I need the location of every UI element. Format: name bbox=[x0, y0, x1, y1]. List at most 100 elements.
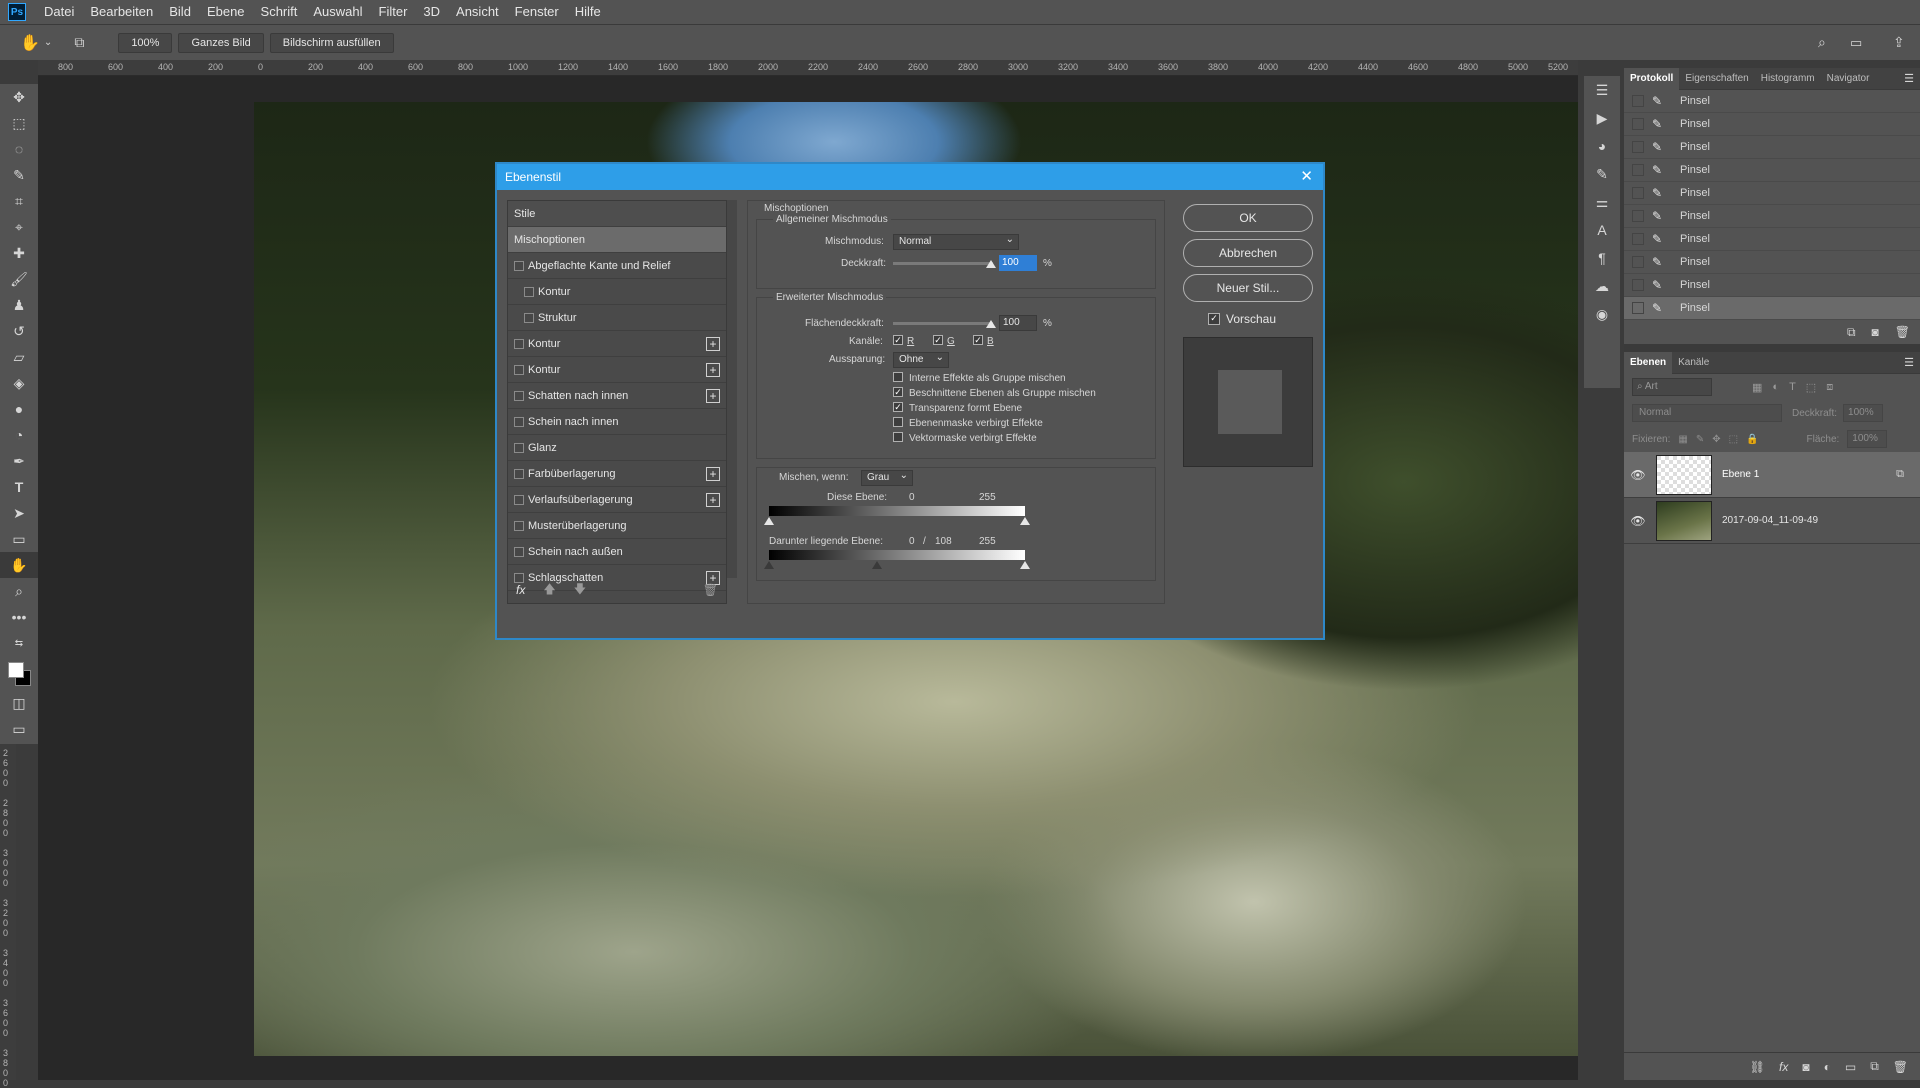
lock-artboard-icon[interactable]: ⬚ bbox=[1729, 434, 1738, 445]
layer-blend-mode-select[interactable]: Normal bbox=[1632, 404, 1782, 422]
slider-thumb-icon[interactable] bbox=[872, 561, 882, 569]
layer-row[interactable]: 👁 Ebene 1 ⧉ bbox=[1624, 452, 1920, 498]
lasso-tool-icon[interactable]: ◌ bbox=[0, 136, 38, 162]
tab-kanaele[interactable]: Kanäle bbox=[1672, 352, 1715, 374]
add-mask-icon[interactable]: ◙ bbox=[1802, 1060, 1809, 1074]
color-swatches[interactable] bbox=[0, 656, 38, 690]
this-layer-gradient[interactable] bbox=[769, 506, 1025, 516]
style-checkbox[interactable] bbox=[514, 416, 524, 427]
dodge-tool-icon[interactable]: ◔ bbox=[0, 422, 38, 448]
history-panel-icon[interactable]: ☰ bbox=[1584, 76, 1620, 104]
add-effect-icon[interactable]: + bbox=[706, 467, 720, 481]
workspace-icon[interactable]: ▭ bbox=[1850, 35, 1862, 51]
ok-button[interactable]: OK bbox=[1183, 204, 1313, 232]
fill-opacity-slider[interactable] bbox=[893, 322, 993, 325]
style-checkbox[interactable] bbox=[514, 364, 524, 375]
trash-icon[interactable]: 🗑 bbox=[1893, 1060, 1908, 1074]
lock-position-icon[interactable]: ✥ bbox=[1712, 434, 1720, 445]
stamp-tool-icon[interactable]: ♟ bbox=[0, 292, 38, 318]
foreground-color-swatch[interactable] bbox=[8, 662, 24, 678]
search-icon[interactable]: ⌕ bbox=[1818, 34, 1826, 51]
history-brush-tool-icon[interactable]: ↺ bbox=[0, 318, 38, 344]
lock-transparent-icon[interactable]: ▦ bbox=[1678, 434, 1687, 445]
new-document-from-state-icon[interactable]: ⧉ bbox=[1847, 325, 1856, 340]
fit-screen-button[interactable]: Ganzes Bild bbox=[178, 32, 264, 53]
filter-pixel-icon[interactable]: ▦ bbox=[1752, 381, 1762, 394]
eye-icon[interactable]: 👁 bbox=[1624, 468, 1652, 482]
hand-tool-icon[interactable]: ✋ bbox=[20, 33, 40, 53]
dialog-titlebar[interactable]: Ebenenstil ✕ bbox=[497, 164, 1323, 190]
share-icon[interactable]: ⇪ bbox=[1893, 34, 1905, 51]
underlying-layer-gradient[interactable] bbox=[769, 550, 1025, 560]
move-tool-icon[interactable]: ✥ bbox=[0, 84, 38, 110]
camera-icon[interactable]: ◙ bbox=[1872, 325, 1879, 339]
more-tools-icon[interactable]: ••• bbox=[0, 604, 38, 630]
marquee-tool-icon[interactable]: ⬚ bbox=[0, 110, 38, 136]
menu-schrift[interactable]: Schrift bbox=[253, 0, 306, 24]
character-panel-icon[interactable]: A bbox=[1584, 216, 1620, 244]
swap-colors-icon[interactable]: ⇆ bbox=[0, 630, 38, 656]
quick-select-tool-icon[interactable]: ✎ bbox=[0, 162, 38, 188]
preview-checkbox-row[interactable]: ✓ Vorschau bbox=[1208, 312, 1276, 326]
filter-smart-object-icon[interactable]: ⧈ bbox=[1826, 381, 1833, 394]
tab-protokoll[interactable]: Protokoll bbox=[1624, 67, 1680, 90]
fx-menu-icon[interactable]: fx bbox=[516, 583, 525, 597]
slider-thumb-icon[interactable] bbox=[764, 517, 774, 525]
menu-ansicht[interactable]: Ansicht bbox=[448, 0, 507, 24]
type-tool-icon[interactable]: T bbox=[0, 474, 38, 500]
style-item[interactable]: Farbüberlagerung + bbox=[508, 461, 726, 487]
zoom-100-button[interactable]: 100% bbox=[118, 32, 173, 53]
healing-tool-icon[interactable]: ✚ bbox=[0, 240, 38, 266]
preview-checkbox[interactable]: ✓ bbox=[1208, 313, 1220, 325]
trash-icon[interactable]: 🗑 bbox=[703, 583, 718, 597]
history-item[interactable]: ✎ Pinsel bbox=[1624, 113, 1920, 136]
history-item[interactable]: ✎ Pinsel bbox=[1624, 297, 1920, 320]
slider-thumb-icon[interactable] bbox=[764, 561, 774, 569]
fill-screen-button[interactable]: Bildschirm ausfüllen bbox=[269, 32, 394, 53]
option-checkbox[interactable]: ✓ bbox=[893, 402, 903, 412]
cancel-button[interactable]: Abbrechen bbox=[1183, 239, 1313, 267]
layer-fill-input[interactable]: 100% bbox=[1847, 430, 1888, 448]
fill-opacity-input[interactable]: 100 bbox=[999, 315, 1037, 331]
option-checkbox[interactable] bbox=[893, 417, 903, 427]
new-layer-icon[interactable]: ⧉ bbox=[1870, 1059, 1879, 1074]
menu-3d[interactable]: 3D bbox=[415, 0, 448, 24]
learn-icon[interactable]: ◉ bbox=[1584, 300, 1620, 328]
blend-if-select[interactable]: Grau bbox=[861, 469, 913, 486]
style-checkbox[interactable] bbox=[514, 494, 524, 505]
brush-settings-icon[interactable]: ✎ bbox=[1584, 160, 1620, 188]
tab-histogramm[interactable]: Histogramm bbox=[1755, 68, 1821, 90]
style-item[interactable]: Schein nach außen bbox=[508, 539, 726, 565]
style-checkbox[interactable] bbox=[524, 312, 534, 323]
add-effect-icon[interactable]: + bbox=[706, 363, 720, 377]
tab-ebenen[interactable]: Ebenen bbox=[1624, 351, 1673, 374]
add-effect-icon[interactable]: + bbox=[706, 337, 720, 351]
layer-link-icon[interactable]: ⧉ bbox=[1896, 468, 1904, 481]
history-item[interactable]: ✎ Pinsel bbox=[1624, 205, 1920, 228]
add-effect-icon[interactable]: + bbox=[706, 389, 720, 403]
filter-adjustment-icon[interactable]: ◐ bbox=[1772, 381, 1779, 393]
lock-all-icon[interactable]: 🔒 bbox=[1746, 434, 1758, 445]
layer-name[interactable]: 2017-09-04_11-09-49 bbox=[1722, 515, 1818, 526]
style-item[interactable]: Schatten nach innen + bbox=[508, 383, 726, 409]
paragraph-panel-icon[interactable]: ¶ bbox=[1584, 244, 1620, 272]
blur-tool-icon[interactable]: ● bbox=[0, 396, 38, 422]
path-select-tool-icon[interactable]: ➤ bbox=[0, 500, 38, 526]
style-checkbox[interactable] bbox=[514, 390, 524, 401]
style-item[interactable]: Abgeflachte Kante und Relief bbox=[508, 253, 726, 279]
eyedropper-tool-icon[interactable]: ⌖ bbox=[0, 214, 38, 240]
slider-thumb-icon[interactable] bbox=[986, 320, 996, 328]
trash-icon[interactable]: 🗑 bbox=[1895, 325, 1910, 339]
color-panel-icon[interactable]: ◕ bbox=[1584, 132, 1620, 160]
menu-auswahl[interactable]: Auswahl bbox=[305, 0, 370, 24]
menu-datei[interactable]: Datei bbox=[36, 0, 82, 24]
slider-thumb-icon[interactable] bbox=[1020, 561, 1030, 569]
opacity-input[interactable]: 100 bbox=[999, 255, 1037, 271]
adjustments-icon[interactable]: ⚌ bbox=[1584, 188, 1620, 216]
style-item[interactable]: Kontur bbox=[508, 279, 726, 305]
style-item[interactable]: Verlaufsüberlagerung + bbox=[508, 487, 726, 513]
close-icon[interactable]: ✕ bbox=[1300, 164, 1313, 190]
layer-name[interactable]: Ebene 1 bbox=[1722, 469, 1759, 480]
move-down-icon[interactable]: 🡇 bbox=[574, 580, 586, 601]
history-item[interactable]: ✎ Pinsel bbox=[1624, 159, 1920, 182]
